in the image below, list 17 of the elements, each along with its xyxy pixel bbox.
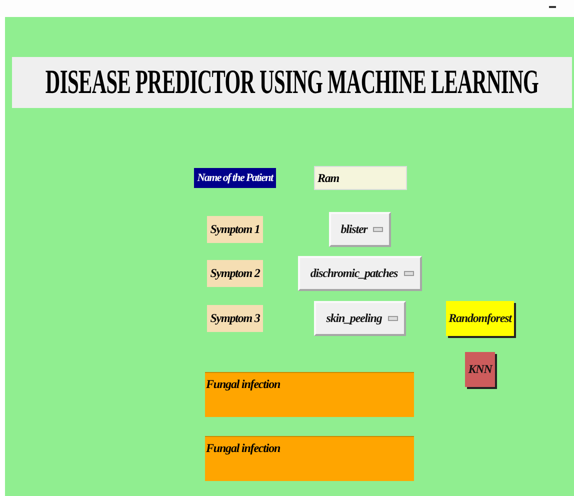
- app-title: DISEASE PREDICTOR USING MACHINE LEARNING: [45, 64, 539, 102]
- symptom-label: Symptom 2: [207, 260, 263, 287]
- symptom-dropdown[interactable]: dischromic_patches: [298, 256, 422, 291]
- symptom-label: Symptom 1: [207, 216, 263, 243]
- patient-name-field[interactable]: Ram: [314, 166, 406, 190]
- minimize-icon[interactable]: [549, 6, 556, 9]
- prediction-result: Fungal infection: [205, 372, 414, 417]
- dropdown-indicator-icon: [373, 227, 384, 232]
- knn-button[interactable]: KNN: [465, 352, 495, 387]
- patient-name-label: Name of the Patient: [194, 168, 276, 188]
- dropdown-indicator-icon: [388, 316, 398, 321]
- dropdown-indicator-icon: [404, 271, 414, 276]
- symptom-dropdown[interactable]: skin_peeling: [314, 301, 406, 336]
- symptom-label: Symptom 3: [207, 305, 263, 332]
- prediction-result: Fungal infection: [205, 436, 414, 481]
- symptom-dropdown[interactable]: blister: [328, 212, 392, 247]
- randomforest-button[interactable]: Randomforest: [446, 301, 514, 336]
